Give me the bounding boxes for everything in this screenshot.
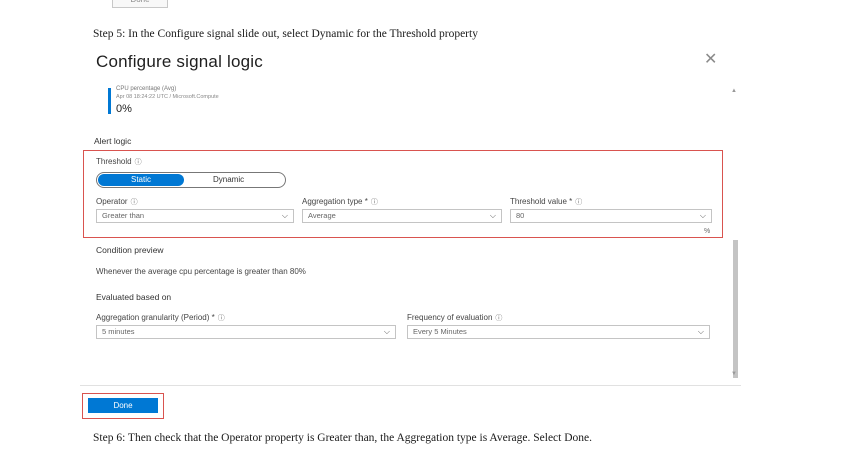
frequency-select[interactable]: Every 5 Minutes ⌵ — [407, 325, 710, 339]
signal-name: CPU percentage (Avg) — [116, 86, 177, 92]
signal-accent-bar — [108, 88, 111, 114]
chevron-down-icon: ⌵ — [697, 327, 704, 336]
operator-label: Operator ⓘ — [96, 197, 138, 206]
configure-signal-panel: Configure signal logic ✕ CPU percentage … — [80, 40, 741, 426]
threshold-unit: % — [704, 228, 711, 235]
signal-value: 0% — [116, 103, 132, 115]
threshold-toggle[interactable]: Static Dynamic — [96, 172, 286, 188]
done-button[interactable]: Done — [88, 398, 158, 413]
threshold-value-label: Threshold value * ⓘ — [510, 197, 583, 206]
alert-logic-heading: Alert logic — [94, 136, 132, 146]
info-icon: ⓘ — [495, 315, 503, 322]
step6-instruction: Step 6: Then check that the Operator pro… — [93, 432, 593, 444]
condition-preview-text: Whenever the average cpu percentage is g… — [96, 267, 306, 276]
chevron-down-icon: ⌵ — [489, 211, 496, 220]
aggregation-type-select[interactable]: Average ⌵ — [302, 209, 502, 223]
threshold-highlight — [83, 150, 723, 238]
info-icon: ⓘ — [575, 199, 583, 206]
previous-done-button[interactable]: Done — [112, 0, 168, 8]
info-icon: ⓘ — [370, 199, 378, 206]
chevron-down-icon: ⌵ — [699, 211, 706, 220]
threshold-static-option[interactable]: Static — [98, 174, 184, 186]
panel-title: Configure signal logic — [96, 52, 263, 71]
close-icon[interactable]: ✕ — [704, 52, 717, 68]
scroll-up-icon[interactable]: ▲ — [731, 88, 737, 94]
frequency-label: Frequency of evaluation ⓘ — [407, 313, 503, 322]
info-icon: ⓘ — [134, 159, 142, 166]
aggregation-granularity-select[interactable]: 5 minutes ⌵ — [96, 325, 396, 339]
step5-instruction: Step 5: In the Configure signal slide ou… — [93, 28, 478, 40]
scroll-down-icon[interactable]: ▼ — [731, 371, 737, 377]
threshold-value-input[interactable]: 80 ⌵ — [510, 209, 712, 223]
aggregation-type-label: Aggregation type * ⓘ — [302, 197, 378, 206]
info-icon: ⓘ — [130, 199, 138, 206]
threshold-label: Threshold ⓘ — [96, 157, 142, 166]
condition-preview-heading: Condition preview — [96, 245, 164, 255]
chevron-down-icon: ⌵ — [281, 211, 288, 220]
chevron-down-icon: ⌵ — [383, 327, 390, 336]
operator-select[interactable]: Greater than ⌵ — [96, 209, 294, 223]
scrollbar[interactable] — [733, 240, 738, 378]
aggregation-granularity-label: Aggregation granularity (Period) * ⓘ — [96, 313, 225, 322]
footer-divider — [80, 385, 741, 386]
evaluated-based-on-heading: Evaluated based on — [96, 292, 172, 302]
signal-subtitle: Apr 08 18:24:22 UTC / Microsoft.Compute — [116, 94, 219, 100]
threshold-dynamic-option[interactable]: Dynamic — [213, 174, 244, 186]
info-icon: ⓘ — [217, 315, 225, 322]
